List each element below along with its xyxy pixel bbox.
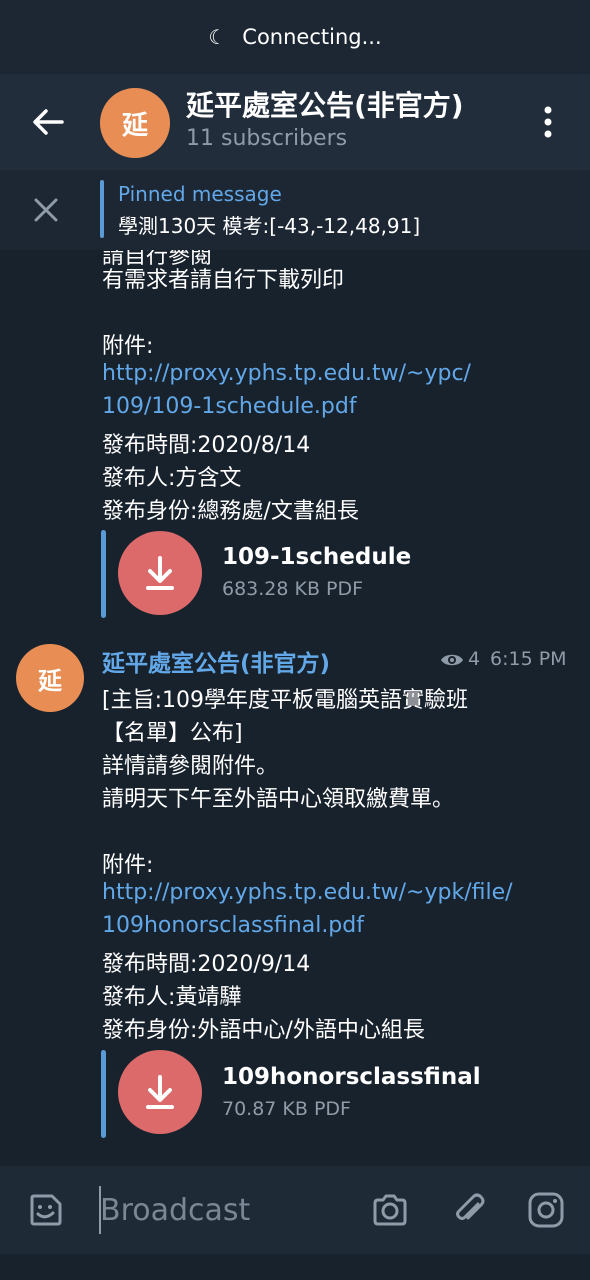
pinned-message-bar[interactable]: Pinned message 學測130天 模考:[-43,-12,48,91] — [0, 170, 590, 250]
message-text-line: 發布身份:總務處/文書組長 — [102, 499, 359, 524]
back-button[interactable] — [26, 100, 70, 144]
subscriber-count: 11 subscribers — [186, 126, 348, 151]
file-name[interactable]: 109-1schedule — [222, 544, 411, 570]
more-vert-icon — [544, 106, 552, 138]
camera-button[interactable] — [370, 1190, 410, 1230]
attachment-link[interactable]: http://proxy.yphs.tp.edu.tw/~ypc/ — [102, 361, 471, 386]
download-button[interactable] — [118, 531, 202, 615]
status-bar: ☾ Connecting... — [0, 0, 590, 74]
sticker-button[interactable] — [26, 1190, 66, 1230]
file-name[interactable]: 109honorsclassfinal — [222, 1064, 481, 1090]
channel-avatar[interactable]: 延 — [100, 88, 170, 158]
file-accent-bar — [101, 530, 106, 618]
app-bar: 延 延平處室公告(非官方) 11 subscribers — [0, 74, 590, 170]
file-size: 70.87 KB PDF — [222, 1098, 351, 1120]
channel-title[interactable]: 延平處室公告(非官方) — [186, 84, 464, 124]
attachment-link[interactable]: http://proxy.yphs.tp.edu.tw/~ypk/file/ — [102, 880, 513, 905]
message-text-line: 發布人:黃靖驊 — [102, 985, 242, 1010]
moon-icon: ☾ — [208, 25, 227, 49]
camera-icon — [373, 1194, 407, 1226]
system-nav-strip — [0, 1254, 590, 1280]
download-button[interactable] — [118, 1050, 202, 1134]
sticker-icon — [30, 1194, 62, 1226]
message-text-line: 發布時間:2020/8/14 — [102, 433, 311, 458]
attachment-link[interactable]: 109/109-1schedule.pdf — [102, 394, 357, 419]
broadcast-input[interactable] — [100, 1184, 350, 1236]
instagram-button[interactable] — [526, 1190, 566, 1230]
message-feed[interactable]: 請自行參閱 有需求者請自行下載列印 附件: http://proxy.yphs.… — [0, 250, 590, 1166]
sender-name[interactable]: 延平處室公告(非官方) — [102, 644, 330, 678]
pinned-accent-bar — [100, 180, 104, 238]
sender-avatar[interactable]: 延 — [16, 644, 84, 712]
file-size: 683.28 KB PDF — [222, 578, 364, 600]
file-accent-bar — [101, 1050, 106, 1138]
message-text-line: 附件: — [102, 334, 154, 359]
close-icon — [34, 198, 58, 222]
unpin-button[interactable] — [26, 190, 66, 230]
back-arrow-icon — [33, 109, 64, 135]
download-icon — [146, 556, 174, 590]
message-text-line: 發布身份:外語中心/外語中心組長 — [102, 1018, 425, 1043]
message-text-line: 發布人:方含文 — [102, 466, 242, 491]
attach-icon — [456, 1193, 485, 1220]
message-text-line: 詳情請參閱附件。 — [102, 754, 279, 779]
more-options-button[interactable] — [536, 102, 560, 142]
composer-bar — [0, 1166, 590, 1254]
instagram-icon — [528, 1192, 564, 1228]
pinned-label: Pinned message — [118, 182, 282, 206]
eye-icon — [441, 654, 463, 666]
message-text-line: 發布時間:2020/9/14 — [102, 952, 311, 977]
view-count: 4 — [468, 648, 481, 670]
download-icon — [146, 1075, 174, 1109]
message-text-line: [主旨:109學年度平板電腦英語實驗班 — [102, 688, 468, 713]
message-text-line: 附件: — [102, 853, 154, 878]
message-text-line: 有需求者請自行下載列印 — [102, 268, 345, 293]
pinned-text: 學測130天 模考:[-43,-12,48,91] — [118, 214, 421, 238]
attachment-link[interactable]: 109honorsclassfinal.pdf — [102, 913, 364, 938]
message-time: 6:15 PM — [490, 648, 567, 670]
attach-button[interactable] — [450, 1190, 490, 1230]
message-text-line: 【名單】公布] — [102, 721, 243, 746]
connection-status: Connecting... — [242, 25, 382, 49]
message-text-line: 請明天下午至外語中心領取繳費單。 — [102, 787, 455, 812]
